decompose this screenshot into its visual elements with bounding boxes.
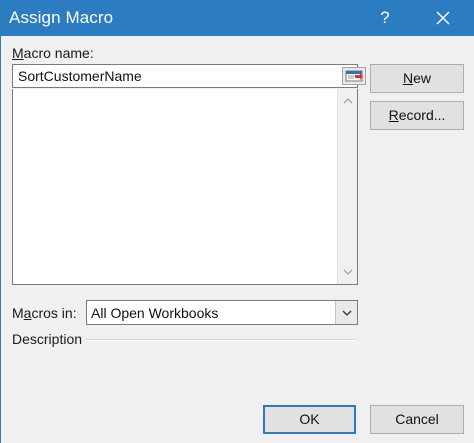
record-button[interactable]: Record...	[370, 101, 464, 130]
chevron-down-icon	[342, 310, 352, 316]
window-title: Assign Macro	[9, 8, 114, 27]
chevron-down-icon	[343, 269, 353, 275]
macro-name-label-text: acro name:	[23, 45, 94, 61]
collapse-dialog-icon	[345, 70, 363, 82]
macro-name-field[interactable]	[12, 64, 366, 88]
assign-macro-dialog: Assign Macro ? Macro name: SortCustomerN…	[0, 0, 474, 443]
macros-in-label-prefix: M	[12, 305, 24, 321]
macro-list[interactable]	[12, 89, 358, 285]
macro-name-label-mnemonic: M	[12, 45, 24, 61]
collapse-dialog-button[interactable]	[342, 67, 366, 85]
macro-name-input[interactable]	[16, 66, 328, 86]
macros-in-label-text: cros in:	[31, 305, 77, 321]
cancel-button[interactable]: Cancel	[370, 405, 464, 434]
description-divider-highlight	[85, 340, 357, 341]
description-label: Description	[12, 331, 83, 347]
help-button[interactable]: ?	[373, 6, 397, 30]
scroll-up-button[interactable]	[341, 94, 355, 108]
macros-in-label: Macros in:	[12, 305, 77, 321]
ok-button[interactable]: OK	[263, 405, 356, 434]
macros-in-value: All Open Workbooks	[91, 305, 219, 321]
title-bar[interactable]: Assign Macro ?	[1, 0, 474, 36]
macros-in-select[interactable]: All Open Workbooks	[86, 300, 358, 325]
close-button[interactable]	[429, 4, 457, 32]
new-button[interactable]: New	[370, 64, 464, 93]
scroll-down-button[interactable]	[341, 265, 355, 279]
new-button-label: ew	[413, 70, 432, 86]
macros-in-dropdown-button[interactable]	[335, 301, 357, 324]
new-button-mnemonic: N	[402, 70, 414, 86]
macro-list-scrollbar[interactable]	[337, 89, 357, 284]
record-button-mnemonic: R	[388, 107, 399, 123]
record-button-label: ecord...	[398, 107, 446, 123]
macro-name-label: Macro name:	[12, 45, 94, 61]
chevron-up-icon	[343, 98, 353, 104]
close-icon	[436, 11, 450, 25]
